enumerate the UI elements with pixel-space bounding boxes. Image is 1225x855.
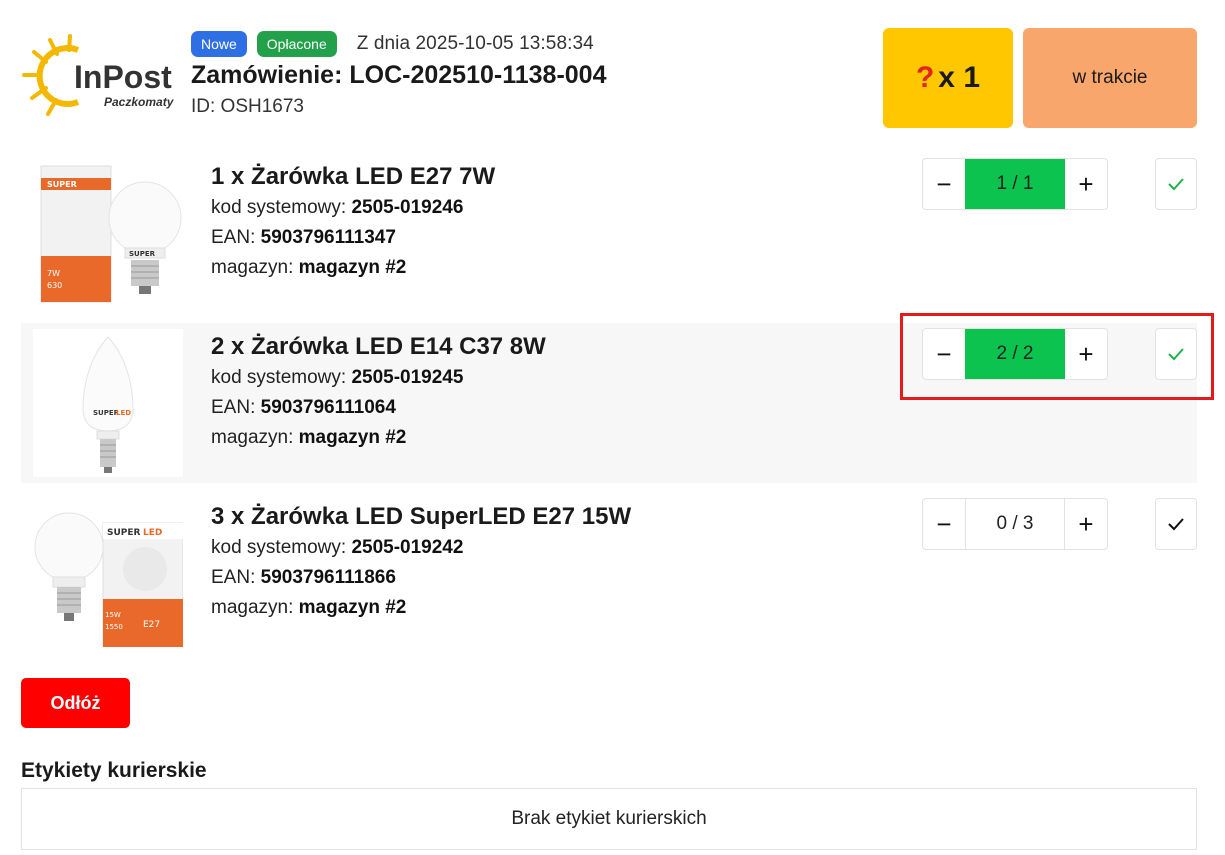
svg-text:E27: E27 <box>143 620 160 630</box>
svg-text:7W: 7W <box>47 269 60 278</box>
order-item: SUPER LED 15W 1550 E27 3 x Żarówka LED S… <box>21 493 1197 653</box>
decrement-button[interactable]: − <box>923 499 965 549</box>
increment-button[interactable]: + <box>1065 499 1107 549</box>
plus-icon: + <box>1078 508 1094 539</box>
increment-button[interactable]: + <box>1065 159 1107 209</box>
order-badges: Nowe Opłacone Z dnia 2025-10-05 13:58:34 <box>191 31 594 57</box>
check-icon <box>1168 518 1184 531</box>
product-image: SUPER LED 15W 1550 E27 <box>33 499 184 648</box>
status-button[interactable]: w trakcie <box>1023 28 1197 128</box>
item-warehouse: magazyn: magazyn #2 <box>211 257 407 278</box>
svg-text:SUPER: SUPER <box>107 528 141 538</box>
svg-text:LED: LED <box>116 409 131 417</box>
quantity-stepper: − 1 / 1 + <box>922 158 1108 210</box>
item-title: 2 x Żarówka LED E14 C37 8W <box>211 333 546 360</box>
item-warehouse: magazyn: magazyn #2 <box>211 597 407 618</box>
status-badge-paid: Opłacone <box>256 31 337 57</box>
item-system-code: kod systemowy: 2505-019242 <box>211 537 464 558</box>
item-ean: EAN: 5903796111866 <box>211 567 396 588</box>
order-item: SUPER 7W 630 SUPER E27 1 x Żarówka LED E… <box>21 150 1197 310</box>
picked-count: 1 / 1 <box>965 159 1065 209</box>
inpost-logo: InPost Paczkomaty <box>20 30 180 125</box>
svg-text:E27: E27 <box>117 267 132 276</box>
plus-icon: + <box>1078 168 1094 199</box>
svg-text:SUPER: SUPER <box>47 180 77 189</box>
svg-text:15W: 15W <box>105 611 121 619</box>
postpone-button[interactable]: Odłóż <box>21 678 130 728</box>
courier-labels-empty: Brak etykiet kurierskich <box>21 788 1197 850</box>
highlight-frame <box>900 313 1214 400</box>
page-title: Zamówienie: LOC-202510-1138-004 <box>191 61 607 89</box>
item-title: 1 x Żarówka LED E27 7W <box>211 163 496 190</box>
item-ean: EAN: 5903796111347 <box>211 227 396 248</box>
question-mark-icon: ? <box>915 61 935 94</box>
minus-icon: − <box>936 508 952 539</box>
item-warehouse: magazyn: magazyn #2 <box>211 427 407 448</box>
item-system-code: kod systemowy: 2505-019246 <box>211 197 464 218</box>
item-system-code: kod systemowy: 2505-019245 <box>211 367 464 388</box>
decrement-button[interactable]: − <box>923 159 965 209</box>
product-image: SUPER LED <box>33 329 183 477</box>
order-id: ID: OSH1673 <box>191 96 304 117</box>
svg-text:SUPER: SUPER <box>129 250 156 258</box>
quantity-stepper: − 0 / 3 + <box>922 498 1108 550</box>
minus-icon: − <box>936 168 952 199</box>
confirm-item-button[interactable] <box>1155 498 1197 550</box>
quantity-indicator[interactable]: ? x 1 <box>883 28 1013 128</box>
order-date: Z dnia 2025-10-05 13:58:34 <box>356 33 594 54</box>
check-icon <box>1168 178 1184 191</box>
confirm-item-button[interactable] <box>1155 158 1197 210</box>
courier-labels-heading: Etykiety kurierskie <box>21 759 207 782</box>
status-badge-new: Nowe <box>191 31 247 57</box>
svg-text:1550: 1550 <box>105 623 123 631</box>
picked-count: 0 / 3 <box>965 499 1065 549</box>
svg-text:Paczkomaty: Paczkomaty <box>104 95 175 109</box>
product-image: SUPER 7W 630 SUPER E27 <box>33 156 183 304</box>
quantity-count: x 1 <box>938 61 981 94</box>
item-title: 3 x Żarówka LED SuperLED E27 15W <box>211 503 632 530</box>
item-ean: EAN: 5903796111064 <box>211 397 396 418</box>
svg-text:LED: LED <box>143 528 162 538</box>
svg-text:630: 630 <box>47 281 62 290</box>
svg-text:InPost: InPost <box>74 59 172 95</box>
